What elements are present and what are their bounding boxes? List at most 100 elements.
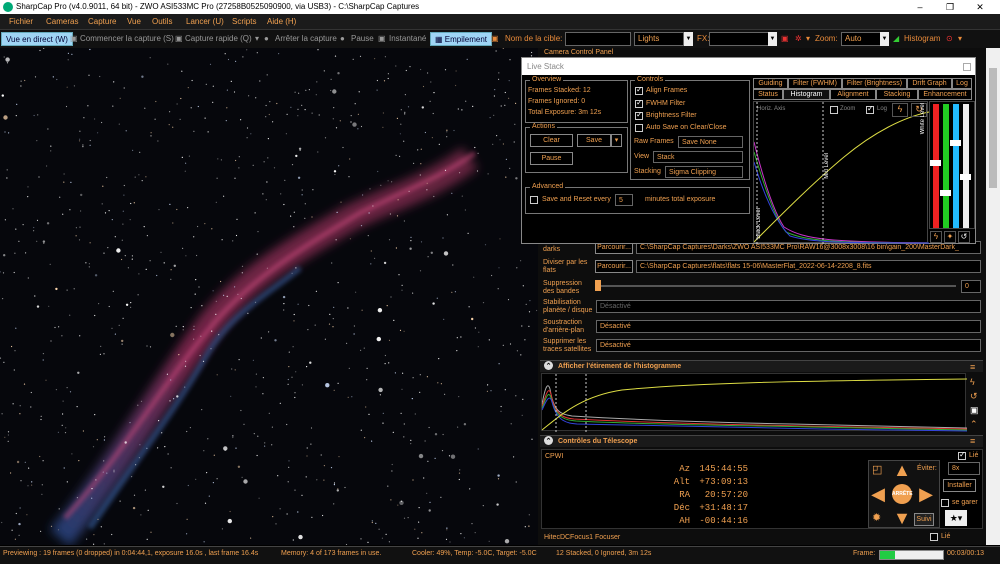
maximize-icon[interactable] bbox=[963, 63, 971, 71]
camera-image-view[interactable] bbox=[0, 48, 538, 545]
stop-capture-button[interactable]: Arrêter la capture bbox=[275, 34, 337, 43]
menu-outils[interactable]: Outils bbox=[152, 17, 172, 26]
close-button[interactable]: ✕ bbox=[965, 0, 995, 14]
quick-capture-button[interactable]: Capture rapide (Q) bbox=[185, 34, 252, 43]
tab-histogram[interactable]: Histogram bbox=[783, 89, 830, 100]
tab-status[interactable]: Status bbox=[753, 89, 783, 100]
clear-button[interactable]: Clear bbox=[530, 134, 573, 147]
reset-icon[interactable]: ↺ bbox=[970, 391, 978, 402]
save-icon[interactable]: ▣ bbox=[970, 405, 979, 416]
view-select[interactable]: Stack bbox=[653, 151, 743, 163]
menu-capture[interactable]: Capture bbox=[88, 17, 116, 26]
chevron-down-icon[interactable]: ▾ bbox=[958, 34, 962, 43]
log-checkbox[interactable] bbox=[866, 104, 874, 114]
chevron-down-icon[interactable]: ▾ bbox=[255, 34, 259, 43]
save-reset-checkbox[interactable] bbox=[530, 196, 538, 204]
record-icon[interactable]: ▣ bbox=[491, 34, 499, 43]
red-slider-thumb[interactable] bbox=[930, 160, 941, 166]
histogram-stretch-chart[interactable] bbox=[541, 373, 968, 432]
tab-enhancement[interactable]: Enhancement bbox=[918, 89, 972, 100]
chevron-up-icon[interactable]: ⌃ bbox=[970, 419, 978, 430]
menu-aide[interactable]: Aide (H) bbox=[267, 17, 296, 26]
chevron-down-icon[interactable]: ▾ bbox=[806, 34, 810, 43]
frame-type-select[interactable]: Lights bbox=[634, 32, 684, 46]
reticle-icon[interactable]: ▣ bbox=[781, 34, 789, 43]
fx-select[interactable] bbox=[709, 32, 769, 46]
raw-frames-select[interactable]: Save None bbox=[678, 136, 743, 148]
scrollbar-thumb[interactable] bbox=[989, 68, 997, 188]
reset-icon[interactable]: ↺ bbox=[958, 231, 970, 243]
banding-value[interactable]: 0 bbox=[961, 280, 981, 293]
live-view-button[interactable]: Vue en direct (W) bbox=[1, 32, 73, 46]
brightness-filter-checkbox[interactable] bbox=[635, 110, 643, 120]
menu-vue[interactable]: Vue bbox=[127, 17, 141, 26]
avoid-select[interactable]: 8x bbox=[948, 462, 980, 475]
green-level-bar[interactable] bbox=[943, 104, 949, 228]
live-stack-button[interactable]: ▦ Empilement bbox=[430, 32, 493, 46]
banding-slider-thumb[interactable] bbox=[595, 280, 601, 291]
menu-lancer[interactable]: Lancer (U) bbox=[186, 17, 224, 26]
stacking-select[interactable]: Sigma Clipping bbox=[665, 166, 743, 178]
stabilisation-select[interactable]: Désactivé bbox=[596, 300, 981, 313]
install-button[interactable]: Installer bbox=[943, 479, 976, 492]
white-slider-thumb[interactable] bbox=[960, 174, 971, 180]
tab-stacking[interactable]: Stacking bbox=[876, 89, 918, 100]
menu-cameras[interactable]: Cameras bbox=[46, 17, 78, 26]
red-level-bar[interactable] bbox=[933, 104, 939, 228]
lightning-icon[interactable]: ϟ bbox=[930, 231, 942, 243]
maximize-button[interactable]: ❐ bbox=[935, 0, 965, 14]
histogram-section-header[interactable]: Afficher l'étirement de l'histogramme bbox=[540, 360, 983, 372]
south-arrow-icon[interactable]: ▼ bbox=[893, 509, 911, 527]
white-level-bar[interactable] bbox=[963, 104, 969, 228]
sun-icon[interactable]: ✹ bbox=[872, 511, 881, 524]
target-icon[interactable]: ◰ bbox=[872, 463, 882, 476]
tab-guiding[interactable]: Guiding bbox=[753, 78, 788, 89]
menu-icon[interactable]: ≡ bbox=[970, 436, 975, 446]
minutes-input[interactable]: 5 bbox=[615, 194, 633, 206]
chevron-down-icon[interactable]: ▼ bbox=[880, 32, 889, 46]
fwhm-filter-checkbox[interactable] bbox=[635, 98, 643, 108]
zoom-checkbox[interactable] bbox=[830, 106, 838, 114]
menu-fichier[interactable]: Fichier bbox=[9, 17, 33, 26]
autosave-checkbox[interactable] bbox=[635, 124, 643, 132]
minimize-button[interactable]: – bbox=[905, 0, 935, 14]
chevron-down-icon[interactable]: ▼ bbox=[684, 32, 693, 46]
lightning-icon[interactable]: ϟ bbox=[892, 103, 908, 117]
search-icon[interactable]: ⊙ bbox=[946, 34, 953, 43]
menu-icon[interactable]: ≡ bbox=[970, 362, 975, 372]
sparkle-icon[interactable]: ✦ bbox=[944, 231, 956, 243]
save-options-button[interactable]: ▾ bbox=[611, 134, 622, 147]
align-frames-checkbox[interactable] bbox=[635, 85, 643, 95]
pause-button[interactable]: Pause bbox=[351, 34, 374, 43]
star-icon[interactable]: ★▾ bbox=[945, 510, 967, 526]
stop-button[interactable]: ARRÊTE bbox=[892, 484, 913, 504]
panel-scrollbar[interactable] bbox=[986, 48, 1000, 545]
tab-drift-graph[interactable]: Drift Graph bbox=[907, 78, 952, 89]
histogram-button[interactable]: Histogram bbox=[904, 34, 940, 43]
chevron-down-icon[interactable]: ▼ bbox=[768, 32, 777, 46]
stack-histogram-chart[interactable] bbox=[753, 101, 930, 244]
lightning-icon[interactable]: ϟ bbox=[970, 377, 975, 387]
satellite-select[interactable]: Désactivé bbox=[596, 339, 981, 352]
snapshot-button[interactable]: Instantané bbox=[389, 34, 426, 43]
east-arrow-icon[interactable]: ▶ bbox=[917, 485, 935, 503]
west-arrow-icon[interactable]: ◀ bbox=[869, 485, 887, 503]
tab-log[interactable]: Log bbox=[952, 78, 972, 89]
menu-scripts[interactable]: Scripts bbox=[232, 17, 256, 26]
blue-slider-thumb[interactable] bbox=[950, 140, 961, 146]
crosshair-icon[interactable]: ✲ bbox=[795, 34, 802, 43]
background-select[interactable]: Désactivé bbox=[596, 320, 981, 333]
blue-level-bar[interactable] bbox=[953, 104, 959, 228]
telescope-section-header[interactable]: Contrôles du Télescope bbox=[540, 435, 983, 447]
focuser-linked-checkbox[interactable] bbox=[930, 533, 938, 541]
tab-alignment[interactable]: Alignment bbox=[830, 89, 876, 100]
green-slider-thumb[interactable] bbox=[940, 190, 951, 196]
target-name-input[interactable] bbox=[565, 32, 631, 46]
follow-button[interactable]: Suivi bbox=[914, 513, 934, 526]
banding-slider-track[interactable] bbox=[598, 285, 956, 287]
start-capture-button[interactable]: Commencer la capture (S) bbox=[80, 34, 174, 43]
mount-linked-checkbox[interactable] bbox=[958, 450, 966, 460]
save-button[interactable]: Save bbox=[577, 134, 611, 147]
tab-filter-fwhm[interactable]: Filter (FWHM) bbox=[788, 78, 842, 89]
park-checkbox[interactable] bbox=[941, 499, 949, 507]
